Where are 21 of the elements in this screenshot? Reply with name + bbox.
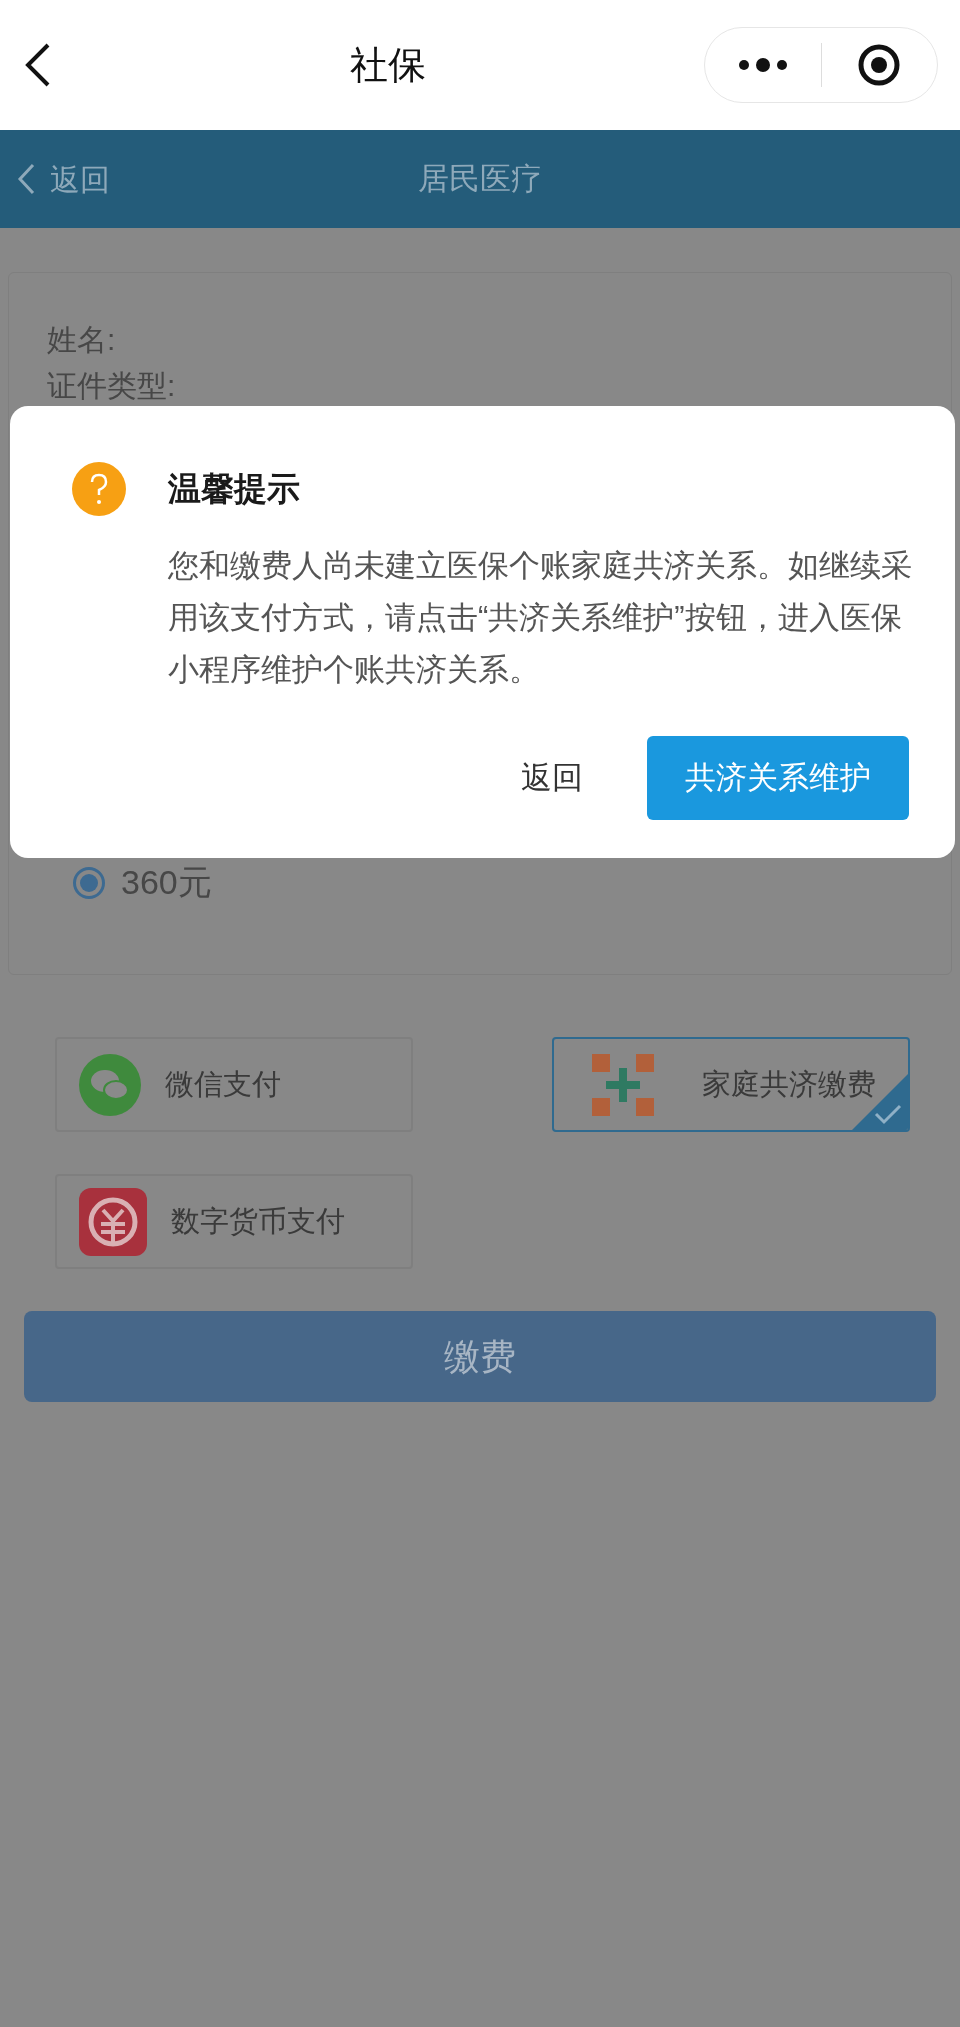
- back-icon: [16, 162, 36, 196]
- amount-label: 360元: [121, 862, 212, 903]
- back-link[interactable]: 返回: [16, 156, 110, 202]
- field-label: 姓名:: [47, 322, 117, 358]
- back-button[interactable]: 返回: [513, 736, 591, 820]
- payment-option[interactable]: 微信支付: [55, 1037, 413, 1132]
- header-title: 居民医疗: [418, 159, 542, 198]
- page-title: 社保: [350, 42, 426, 88]
- cross-squares-icon: [591, 1053, 654, 1116]
- chat-bubbles-icon: [79, 1053, 141, 1116]
- pay-button[interactable]: 缴费: [24, 1311, 936, 1402]
- radio-button[interactable]: [73, 866, 105, 899]
- payment-option[interactable]: 数字货币支付: [55, 1174, 413, 1269]
- dialog-title: 温馨提示: [168, 469, 300, 510]
- help-icon: [72, 462, 126, 516]
- more-icon[interactable]: [737, 58, 788, 72]
- yuan-coin-icon: [79, 1187, 147, 1256]
- field-label: 证件类型:: [47, 368, 177, 404]
- dialog-message: 您和缴费人尚未建立医保个账家庭共济关系。如继续采用该支付方式，请点击“共济关系维护”按钮，进入医保小程序维护个账共济关系。: [168, 547, 913, 689]
- maintain-button[interactable]: 共济关系维护: [647, 736, 909, 820]
- payment-option[interactable]: 家庭共济缴费: [551, 1037, 910, 1132]
